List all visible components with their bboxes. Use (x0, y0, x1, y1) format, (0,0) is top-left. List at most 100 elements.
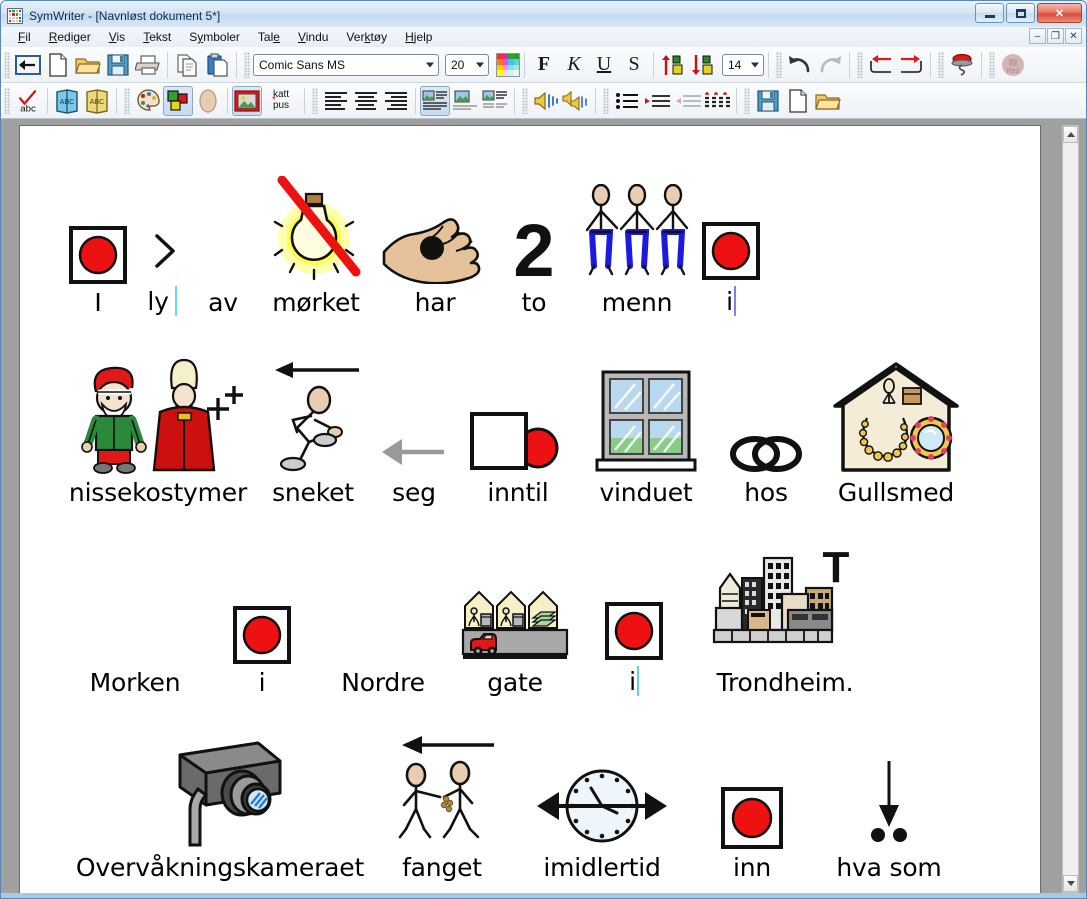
symbol-cell[interactable]: T Trondheim. (690, 548, 880, 696)
paste-icon[interactable] (202, 50, 232, 80)
menu-vindu[interactable]: Vindu (289, 29, 337, 45)
symbol-cell[interactable]: menn (578, 174, 696, 316)
symbol-size-select[interactable]: 14 (722, 53, 764, 76)
copy-icon[interactable] (172, 50, 202, 80)
toolbar-grip[interactable] (522, 87, 528, 114)
open-environment-icon[interactable] (813, 86, 843, 116)
symbol-cell[interactable]: i (210, 554, 314, 696)
new-document-icon[interactable] (43, 50, 73, 80)
palette-icon[interactable] (133, 86, 163, 116)
decrease-indent-icon[interactable] (672, 86, 702, 116)
mdi-close-button[interactable]: ✕ (1065, 28, 1082, 44)
align-right-icon[interactable] (381, 86, 411, 116)
stamp-icon[interactable] (947, 50, 977, 80)
toolbar-grip[interactable] (603, 87, 609, 114)
symbol-cell[interactable]: nissekostymer (58, 358, 258, 506)
bold-button[interactable]: F (529, 50, 559, 80)
undo-icon[interactable] (785, 50, 815, 80)
symbol-cell[interactable]: imidlertid (504, 739, 700, 881)
font-name-select[interactable]: Comic Sans MS (253, 53, 439, 76)
toolbar-grip[interactable] (4, 51, 10, 78)
increase-indent-icon[interactable] (642, 86, 672, 116)
close-button[interactable]: ✕ (1037, 3, 1082, 23)
spellcheck-abc-icon[interactable]: abc (13, 86, 43, 116)
menu-vis[interactable]: Vis (100, 29, 134, 45)
italic-button[interactable]: K (559, 50, 589, 80)
picture-frame-icon[interactable] (232, 85, 262, 116)
scroll-up-button[interactable] (1063, 126, 1078, 143)
symbol-cell[interactable]: inntil (460, 364, 576, 506)
symbol-colour-icon[interactable] (163, 85, 193, 116)
menu-tekst[interactable]: Tekst (134, 29, 180, 45)
symbol-cell[interactable]: Overvåkningskameraet (60, 739, 380, 881)
toolbar-grip[interactable] (312, 87, 318, 114)
vertical-scrollbar[interactable] (1062, 125, 1079, 893)
symbol-cell[interactable]: hos (716, 364, 816, 506)
toolbar-grip[interactable] (857, 51, 863, 78)
symbol-cell[interactable]: seg (368, 364, 460, 506)
symbol-cell[interactable]: Morken (60, 554, 210, 696)
symbol-cell[interactable]: ly (136, 170, 194, 316)
increase-symbol-size-icon[interactable] (658, 50, 688, 80)
scroll-down-button[interactable] (1063, 875, 1078, 892)
symbol-book-blue-icon[interactable]: ABC (52, 86, 82, 116)
symbol-cell[interactable]: Nordre (314, 554, 452, 696)
decrease-symbol-size-icon[interactable] (688, 50, 718, 80)
minimize-button[interactable] (975, 3, 1004, 23)
symbol-cell[interactable]: Gullsmed (816, 362, 976, 506)
symbol-cell[interactable]: i (696, 170, 766, 316)
underline-button[interactable]: U (589, 50, 619, 80)
new-environment-icon[interactable] (783, 86, 813, 116)
menu-fil[interactable]: Fil (9, 29, 40, 45)
symbol-cell[interactable]: vinduet (576, 364, 716, 506)
symbol-above-text-icon[interactable] (420, 85, 450, 116)
redo-icon[interactable] (815, 50, 845, 80)
symbol-cell[interactable]: av (194, 174, 252, 316)
symbol-book-yellow-icon[interactable]: ABC (82, 86, 112, 116)
mdi-minimize-button[interactable]: – (1029, 28, 1046, 44)
align-left-icon[interactable] (321, 86, 351, 116)
symbol-cell[interactable]: inn (700, 739, 804, 881)
print-document-icon[interactable] (133, 50, 163, 80)
text-color-palette-icon[interactable] (496, 52, 520, 77)
qualifier-katt-pus-icon[interactable]: katt * pus (262, 86, 300, 116)
symbol-beside-text-icon[interactable] (480, 86, 510, 116)
speak-sentence-icon[interactable] (561, 86, 591, 116)
menu-tale[interactable]: Tale (249, 29, 289, 45)
indent-left-icon[interactable] (866, 50, 896, 80)
menu-symboler[interactable]: Symboler (180, 29, 249, 45)
save-document-icon[interactable] (103, 50, 133, 80)
symbol-cell[interactable]: I (60, 174, 136, 316)
menu-rediger[interactable]: Rediger (40, 29, 100, 45)
menu-verktoy[interactable]: Verktøy (337, 29, 396, 45)
font-size-select[interactable]: 20 (445, 53, 489, 76)
mdi-restore-button[interactable]: ❐ (1047, 28, 1064, 44)
toolbar-grip[interactable] (244, 51, 250, 78)
document-page[interactable]: I ly av mørket har 2 to menn i nissekost… (19, 125, 1041, 893)
toolbar-grip[interactable] (744, 87, 750, 114)
toolbar-grip[interactable] (776, 51, 782, 78)
back-to-start-icon[interactable] (13, 50, 43, 80)
strikethrough-button[interactable]: S (619, 50, 649, 80)
save-environment-icon[interactable] (753, 86, 783, 116)
symbol-cell[interactable]: fanget (380, 735, 504, 881)
toolbar-grip[interactable] (4, 87, 10, 114)
symbol-cell[interactable]: sneket (258, 361, 368, 506)
speak-word-icon[interactable] (531, 86, 561, 116)
symbol-cell[interactable]: har (380, 174, 490, 316)
toolbar-grip[interactable] (124, 87, 130, 114)
symbol-cell[interactable]: hva som (804, 739, 974, 881)
align-center-icon[interactable] (351, 86, 381, 116)
bullet-list-icon[interactable] (612, 86, 642, 116)
maximize-button[interactable] (1006, 3, 1035, 23)
skin-tone-icon[interactable] (193, 86, 223, 116)
menu-hjelp[interactable]: Hjelp (396, 29, 441, 45)
symbol-cell[interactable]: mørket (252, 174, 380, 316)
grid-view-icon[interactable] (702, 86, 732, 116)
symbol-only-icon[interactable] (450, 86, 480, 116)
symbol-cell[interactable]: 2 to (490, 174, 578, 316)
indent-right-icon[interactable] (896, 50, 926, 80)
toolbar-grip[interactable] (989, 51, 995, 78)
open-document-icon[interactable] (73, 50, 103, 80)
toolbar-grip[interactable] (938, 51, 944, 78)
